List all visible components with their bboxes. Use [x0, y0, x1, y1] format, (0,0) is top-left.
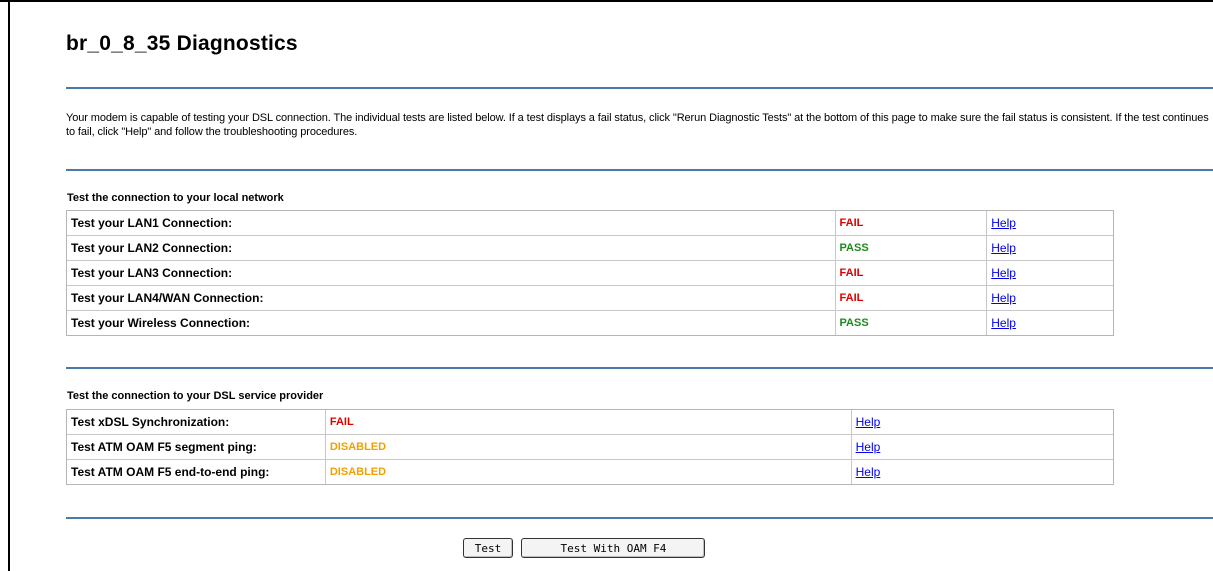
test-label: Test xDSL Synchronization: [67, 410, 326, 435]
help-link[interactable]: Help [991, 291, 1016, 305]
dsl-provider-section-title: Test the connection to your DSL service … [67, 390, 324, 402]
intro-text: Your modem is capable of testing your DS… [66, 112, 1209, 138]
divider [66, 367, 1213, 369]
status-badge: FAIL [835, 211, 988, 236]
page-title: br_0_8_35 Diagnostics [66, 32, 298, 55]
status-badge: FAIL [835, 286, 988, 311]
divider [66, 517, 1213, 519]
help-link[interactable]: Help [991, 316, 1016, 330]
test-row-oam-f5-end-to-end: Test ATM OAM F5 end-to-end ping: DISABLE… [67, 460, 1113, 484]
help-link[interactable]: Help [991, 241, 1016, 255]
status-badge: PASS [836, 311, 988, 335]
test-row-lan1: Test your LAN1 Connection: FAIL Help [67, 211, 1113, 236]
test-row-xdsl-sync: Test xDSL Synchronization: FAIL Help [67, 410, 1113, 435]
local-network-section-title: Test the connection to your local networ… [67, 192, 284, 204]
help-link[interactable]: Help [991, 266, 1016, 280]
help-link[interactable]: Help [856, 415, 881, 429]
test-with-oam-f4-button[interactable]: Test With OAM F4 [521, 538, 706, 558]
test-row-wireless: Test your Wireless Connection: PASS Help [67, 311, 1113, 335]
dsl-provider-test-table: Test xDSL Synchronization: FAIL Help Tes… [66, 409, 1114, 485]
help-link[interactable]: Help [856, 465, 881, 479]
help-link[interactable]: Help [991, 216, 1016, 230]
test-label: Test your LAN3 Connection: [67, 261, 836, 286]
test-row-oam-f5-segment: Test ATM OAM F5 segment ping: DISABLED H… [67, 435, 1113, 460]
window-left-border [8, 0, 10, 571]
test-label: Test your LAN4/WAN Connection: [67, 286, 836, 311]
status-badge: DISABLED [326, 460, 852, 484]
local-network-test-table: Test your LAN1 Connection: FAIL Help Tes… [66, 210, 1114, 336]
window-top-border [0, 0, 1213, 2]
status-badge: PASS [835, 236, 988, 261]
test-row-lan4-wan: Test your LAN4/WAN Connection: FAIL Help [67, 286, 1113, 311]
status-badge: DISABLED [325, 435, 852, 460]
divider [66, 169, 1213, 171]
test-row-lan2: Test your LAN2 Connection: PASS Help [67, 236, 1113, 261]
test-label: Test ATM OAM F5 end-to-end ping: [67, 460, 326, 484]
test-label: Test your LAN2 Connection: [67, 236, 836, 261]
action-buttons: Test Test With OAM F4 [463, 538, 706, 558]
test-label: Test your Wireless Connection: [67, 311, 836, 335]
test-label: Test ATM OAM F5 segment ping: [67, 435, 326, 460]
status-badge: FAIL [835, 261, 988, 286]
test-label: Test your LAN1 Connection: [67, 211, 836, 236]
status-badge: FAIL [325, 410, 852, 435]
help-link[interactable]: Help [856, 440, 881, 454]
test-row-lan3: Test your LAN3 Connection: FAIL Help [67, 261, 1113, 286]
divider [66, 87, 1213, 89]
test-button[interactable]: Test [463, 538, 513, 558]
